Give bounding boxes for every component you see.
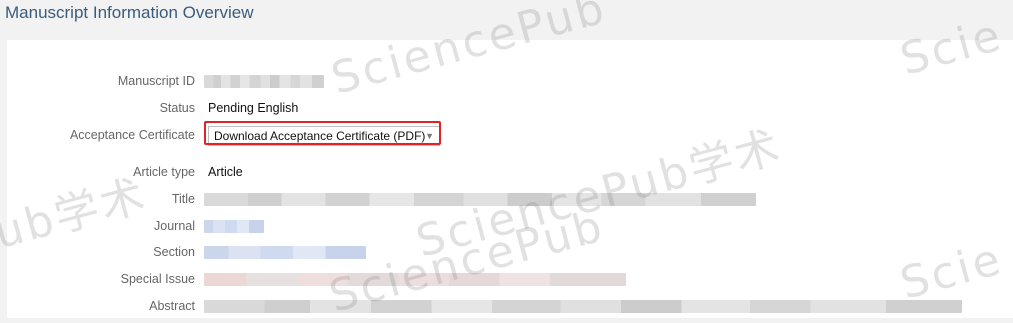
manuscript-info-panel: Manuscript ID Status Pending English Acc… bbox=[7, 40, 1013, 318]
title-label: Title bbox=[171, 192, 195, 206]
status-label: Status bbox=[159, 101, 195, 115]
journal-link-redacted[interactable] bbox=[204, 220, 264, 233]
title-value-redacted bbox=[204, 193, 756, 206]
abstract-value-redacted bbox=[204, 300, 962, 313]
special-issue-label: Special Issue bbox=[120, 272, 195, 286]
acceptance-certificate-select-wrap: Download Acceptance Certificate (PDF) ▼ bbox=[204, 121, 448, 150]
manuscript-id-row: Manuscript ID bbox=[7, 71, 1007, 91]
section-label: Section bbox=[153, 245, 195, 259]
title-row: Title bbox=[7, 189, 1007, 209]
section-row: Section bbox=[7, 242, 1007, 262]
abstract-row: Abstract bbox=[7, 296, 1007, 316]
special-issue-row: Special Issue bbox=[7, 269, 1007, 289]
abstract-label: Abstract bbox=[149, 299, 195, 313]
article-type-value: Article bbox=[208, 165, 243, 179]
manuscript-id-label: Manuscript ID bbox=[117, 74, 195, 88]
status-row: Status Pending English bbox=[7, 98, 1007, 118]
manuscript-id-value-redacted bbox=[204, 75, 324, 88]
page-title: Manuscript Information Overview bbox=[5, 3, 254, 22]
journal-label: Journal bbox=[154, 219, 195, 233]
special-issue-link-redacted[interactable] bbox=[204, 273, 626, 286]
journal-row: Journal bbox=[7, 216, 1007, 236]
status-value: Pending English bbox=[208, 101, 299, 115]
highlight-box bbox=[204, 121, 441, 145]
section-link-redacted[interactable] bbox=[204, 246, 366, 259]
acceptance-certificate-label: Acceptance Certificate bbox=[69, 128, 195, 142]
article-type-label: Article type bbox=[133, 165, 195, 179]
acceptance-certificate-row: Acceptance Certificate Download Acceptan… bbox=[7, 121, 1007, 150]
article-type-row: Article type Article bbox=[7, 162, 1007, 182]
